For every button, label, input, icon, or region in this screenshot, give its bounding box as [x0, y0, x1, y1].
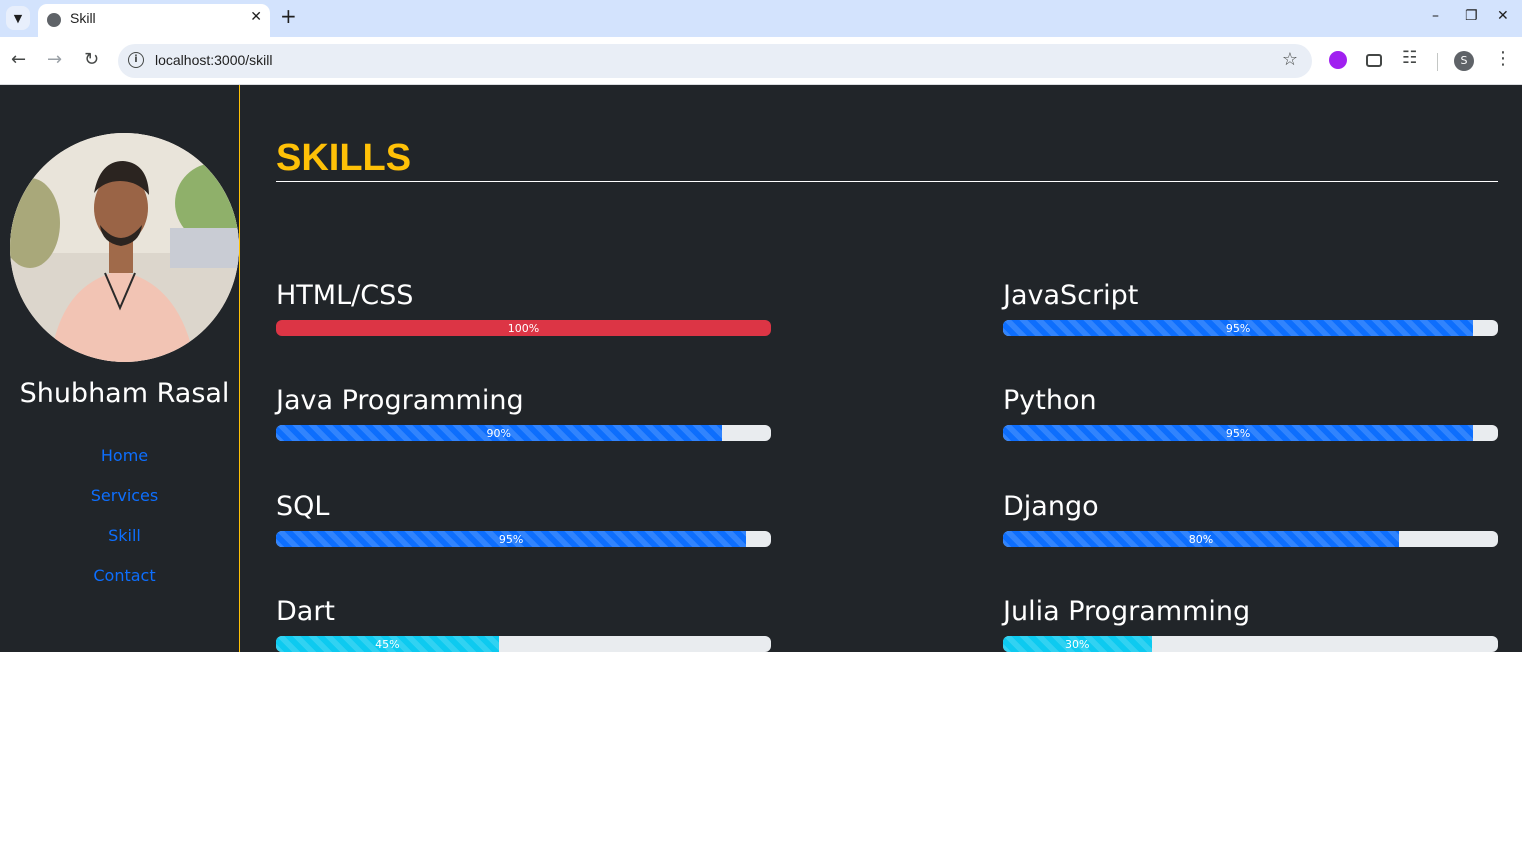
progress-bar: 95% — [276, 531, 771, 547]
skill-name: HTML/CSS — [276, 280, 414, 311]
progress-fill: 95% — [1003, 320, 1474, 336]
progress-fill: 30% — [1003, 636, 1152, 652]
progress-fill: 95% — [1003, 425, 1474, 441]
progress-bar: 80% — [1003, 531, 1498, 547]
progress-bar: 30% — [1003, 636, 1498, 652]
close-tab-icon[interactable]: ✕ — [250, 9, 262, 25]
browser-toolbar: ← → ↻ i localhost:3000/skill ☆ ☷ S ⋮ — [0, 37, 1522, 85]
site-info-icon[interactable]: i — [128, 52, 144, 68]
toolbar-divider — [1437, 53, 1438, 71]
forward-arrow-icon[interactable]: → — [47, 49, 62, 70]
profile-name: Shubham Rasal — [19, 378, 230, 409]
skill-name: SQL — [276, 491, 330, 522]
progress-bar: 95% — [1003, 425, 1498, 441]
globe-icon — [47, 13, 61, 27]
profile-avatar[interactable]: S — [1454, 51, 1474, 71]
page-title: SKILLS — [276, 137, 412, 179]
new-tab-plus-icon[interactable]: + — [280, 4, 297, 28]
address-bar[interactable]: i localhost:3000/skill ☆ — [118, 44, 1312, 78]
minimize-icon[interactable]: – — [1432, 8, 1439, 24]
skill-name: JavaScript — [1003, 280, 1139, 311]
progress-bar: 95% — [1003, 320, 1498, 336]
back-arrow-icon[interactable]: ← — [11, 49, 26, 70]
browser-menu-icon[interactable]: ⋮ — [1494, 48, 1512, 69]
progress-fill: 90% — [276, 425, 722, 441]
progress-bar: 100% — [276, 320, 771, 336]
title-divider — [276, 181, 1498, 182]
nav-link-services[interactable]: Services — [0, 486, 249, 505]
sidebar: Shubham Rasal Home Services Skill Contac… — [0, 85, 240, 652]
progress-fill: 95% — [276, 531, 747, 547]
profile-photo — [10, 133, 239, 362]
tab-search-chevron-icon[interactable]: ▼ — [6, 6, 30, 30]
reload-icon[interactable]: ↻ — [84, 49, 99, 70]
skill-name: Python — [1003, 385, 1097, 416]
window-close-icon[interactable]: ✕ — [1497, 8, 1509, 24]
bookmark-star-icon[interactable]: ☆ — [1282, 49, 1298, 70]
skill-name: Julia Programming — [1003, 596, 1251, 627]
nav-link-contact[interactable]: Contact — [0, 566, 249, 585]
progress-bar: 45% — [276, 636, 771, 652]
progress-fill: 100% — [276, 320, 771, 336]
skill-name: Dart — [276, 596, 336, 627]
nav-link-skill[interactable]: Skill — [0, 526, 249, 545]
extension-ai-icon[interactable] — [1329, 51, 1347, 69]
page: Shubham Rasal Home Services Skill Contac… — [0, 85, 1522, 652]
nav-link-home[interactable]: Home — [0, 446, 249, 465]
skill-name: Django — [1003, 491, 1099, 522]
progress-fill: 45% — [276, 636, 499, 652]
extensions-puzzle-icon[interactable]: ☷ — [1402, 48, 1420, 68]
browser-tab-bar: ▼ Skill ✕ + – ❐ ✕ — [0, 0, 1522, 37]
skill-name: Java Programming — [276, 385, 524, 416]
progress-fill: 80% — [1003, 531, 1399, 547]
restore-icon[interactable]: ❐ — [1465, 8, 1478, 24]
picture-in-picture-icon[interactable] — [1366, 54, 1382, 67]
progress-bar: 90% — [276, 425, 771, 441]
url-text[interactable]: localhost:3000/skill — [155, 52, 273, 68]
tab-title: Skill — [70, 10, 96, 26]
browser-tab[interactable]: Skill ✕ — [38, 4, 270, 37]
